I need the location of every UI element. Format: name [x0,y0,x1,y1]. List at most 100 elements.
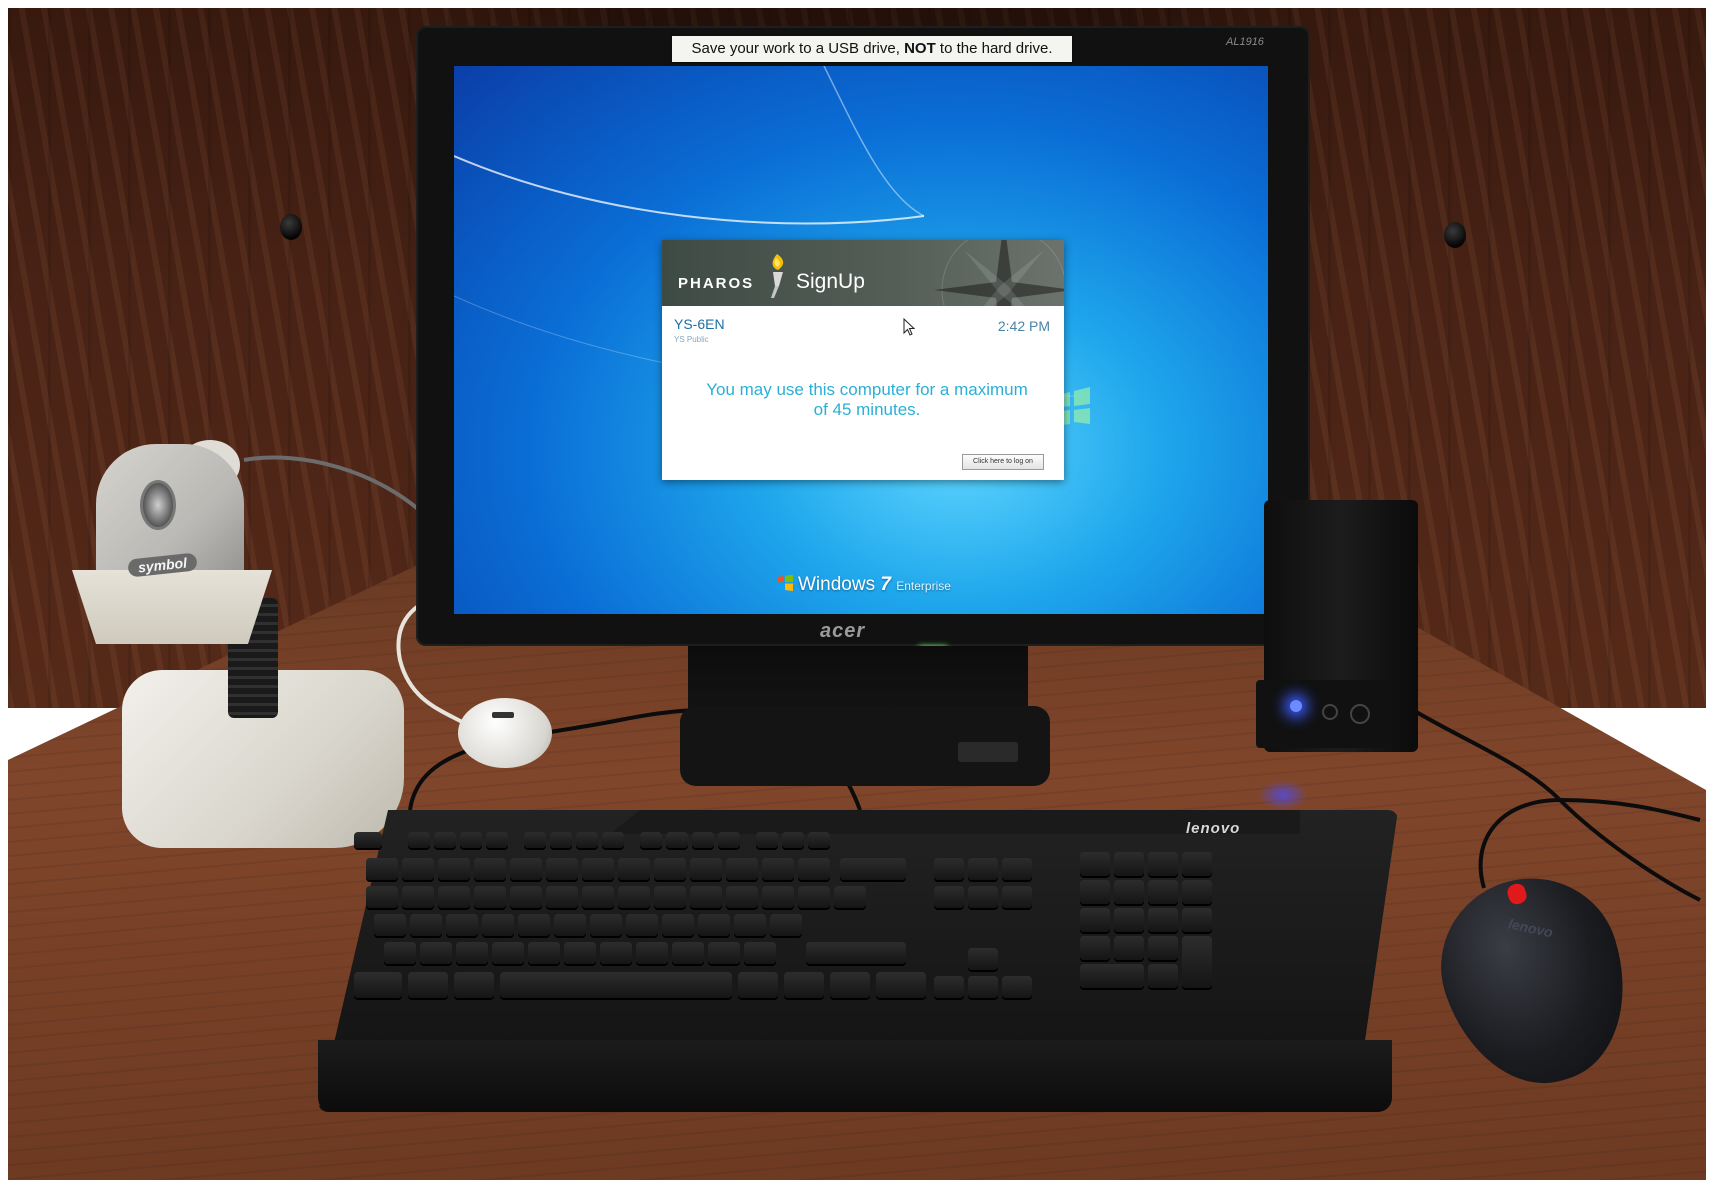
keyboard-key[interactable] [654,886,686,908]
keyboard-key[interactable] [1080,852,1110,876]
keyboard-key[interactable] [806,942,906,964]
keyboard-key[interactable] [486,832,508,848]
keyboard-key[interactable] [692,832,714,848]
keyboard-key[interactable] [784,972,824,998]
keyboard-key[interactable] [968,976,998,998]
usb-port[interactable] [492,712,514,718]
keyboard-key[interactable] [456,942,488,964]
keyboard-key[interactable] [1114,908,1144,932]
keyboard-key[interactable] [1080,936,1110,960]
keyboard-key[interactable] [374,914,406,936]
keyboard-key[interactable] [518,914,550,936]
keyboard-key[interactable] [934,886,964,908]
keyboard-key[interactable] [1080,908,1110,932]
keyboard-key[interactable] [762,886,794,908]
keyboard-key[interactable] [408,972,448,998]
keyboard-key[interactable] [384,942,416,964]
keyboard-key[interactable] [934,976,964,998]
keyboard-key[interactable] [510,886,542,908]
keyboard-key[interactable] [708,942,740,964]
keyboard-key[interactable] [460,832,482,848]
keyboard-key[interactable] [1148,852,1178,876]
keyboard-key[interactable] [354,832,382,848]
keyboard-key[interactable] [762,858,794,880]
keyboard-key[interactable] [524,832,546,848]
keyboard-key[interactable] [1148,880,1178,904]
keyboard-key[interactable] [602,832,624,848]
keyboard-key[interactable] [1080,964,1144,988]
keyboard-key[interactable] [500,972,732,998]
login-button[interactable]: Click here to log on [962,454,1044,470]
keyboard-key[interactable] [770,914,802,936]
keyboard-key[interactable] [798,886,830,908]
keyboard-key[interactable] [1148,908,1178,932]
keyboard-key[interactable] [718,832,740,848]
keyboard-key[interactable] [582,886,614,908]
keyboard-key[interactable] [798,858,830,880]
keyboard-key[interactable] [968,886,998,908]
keyboard-key[interactable] [834,886,866,908]
keyboard-keys[interactable] [354,832,1354,1042]
keyboard-key[interactable] [474,886,506,908]
keyboard-key[interactable] [690,858,722,880]
keyboard-key[interactable] [454,972,494,998]
keyboard-key[interactable] [366,858,398,880]
keyboard-key[interactable] [510,858,542,880]
keyboard-key[interactable] [1114,852,1144,876]
keyboard-key[interactable] [968,858,998,880]
keyboard-key[interactable] [576,832,598,848]
keyboard-key[interactable] [420,942,452,964]
keyboard-key[interactable] [550,832,572,848]
keyboard-key[interactable] [1148,936,1178,960]
keyboard-key[interactable] [546,886,578,908]
keyboard-key[interactable] [808,832,830,848]
keyboard-key[interactable] [734,914,766,936]
keyboard-key[interactable] [618,858,650,880]
keyboard-key[interactable] [438,858,470,880]
keyboard-key[interactable] [482,914,514,936]
keyboard-key[interactable] [1182,880,1212,904]
keyboard-key[interactable] [590,914,622,936]
keyboard-key[interactable] [438,886,470,908]
keyboard-key[interactable] [654,858,686,880]
keyboard-key[interactable] [446,914,478,936]
keyboard-key[interactable] [1114,936,1144,960]
keyboard-key[interactable] [492,942,524,964]
keyboard-key[interactable] [546,858,578,880]
keyboard-key[interactable] [876,972,926,998]
keyboard-key[interactable] [738,972,778,998]
keyboard-key[interactable] [968,948,998,970]
keyboard-key[interactable] [366,886,398,908]
keyboard-key[interactable] [698,914,730,936]
keyboard-key[interactable] [564,942,596,964]
keyboard-key[interactable] [672,942,704,964]
keyboard-key[interactable] [1080,880,1110,904]
keyboard-key[interactable] [554,914,586,936]
keyboard-key[interactable] [402,858,434,880]
keyboard-key[interactable] [744,942,776,964]
keyboard-key[interactable] [528,942,560,964]
keyboard-key[interactable] [626,914,658,936]
keyboard-key[interactable] [1182,936,1212,988]
keyboard-key[interactable] [840,858,906,880]
keyboard-key[interactable] [1148,964,1178,988]
keyboard-key[interactable] [474,858,506,880]
keyboard-key[interactable] [640,832,662,848]
volume-knob[interactable] [1350,704,1370,724]
keyboard-key[interactable] [1182,852,1212,876]
keyboard-key[interactable] [1002,976,1032,998]
keyboard-key[interactable] [410,914,442,936]
keyboard-key[interactable] [408,832,430,848]
keyboard-key[interactable] [782,832,804,848]
keyboard-key[interactable] [618,886,650,908]
keyboard-key[interactable] [354,972,402,998]
keyboard-key[interactable] [434,832,456,848]
keyboard-key[interactable] [1182,908,1212,932]
keyboard-key[interactable] [690,886,722,908]
keyboard-key[interactable] [600,942,632,964]
keyboard-key[interactable] [662,914,694,936]
keyboard-key[interactable] [934,858,964,880]
keyboard-key[interactable] [582,858,614,880]
keyboard-key[interactable] [756,832,778,848]
keyboard-key[interactable] [402,886,434,908]
